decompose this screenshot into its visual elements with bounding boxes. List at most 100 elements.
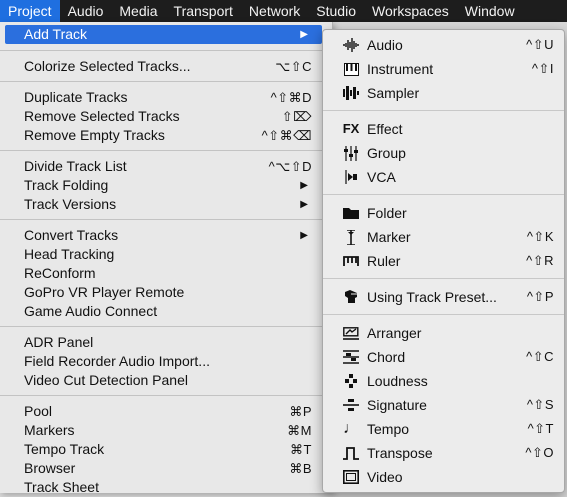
duplicate-tracks-item[interactable]: Duplicate Tracks ^⇧⌘D	[0, 88, 322, 107]
chord-shortcut: ^⇧C	[526, 349, 554, 364]
effect-label: Effect	[367, 121, 403, 137]
add-effect-track-item[interactable]: FX Effect	[323, 118, 564, 140]
colorize-label: Colorize Selected Tracks...	[24, 58, 191, 74]
ruler-icon	[343, 253, 359, 269]
video-label: Video	[367, 469, 403, 485]
duplicate-shortcut: ^⇧⌘D	[270, 90, 312, 105]
remove-selected-tracks-item[interactable]: Remove Selected Tracks ⇧⌦	[0, 107, 322, 126]
menu-media[interactable]: Media	[111, 0, 165, 22]
separator	[0, 50, 322, 51]
field-recorder-item[interactable]: Field Recorder Audio Import...	[0, 352, 322, 371]
separator	[323, 194, 564, 195]
add-folder-track-item[interactable]: Folder	[323, 202, 564, 224]
gopro-remote-item[interactable]: GoPro VR Player Remote	[0, 283, 322, 302]
divide-label: Divide Track List	[24, 158, 127, 174]
add-track-submenu: Audio ^⇧U Instrument ^⇧I Sampler FX Effe…	[322, 29, 565, 493]
group-faders-icon	[343, 145, 359, 161]
chord-label: Chord	[367, 349, 406, 365]
folder-label: Folder	[367, 205, 407, 221]
add-video-track-item[interactable]: Video	[323, 466, 564, 488]
signature-icon	[343, 397, 359, 413]
keyboard-icon	[343, 61, 359, 77]
adr-panel-item[interactable]: ADR Panel	[0, 333, 322, 352]
markers-label: Markers	[24, 422, 75, 438]
instrument-shortcut: ^⇧I	[531, 61, 554, 76]
pool-item[interactable]: Pool ⌘P	[0, 402, 322, 421]
divide-track-list-item[interactable]: Divide Track List ^⌥⇧D	[0, 157, 322, 176]
add-vca-track-item[interactable]: VCA	[323, 166, 564, 188]
convert-tracks-item[interactable]: Convert Tracks ▶	[0, 226, 322, 245]
menu-network[interactable]: Network	[241, 0, 308, 22]
add-ruler-track-item[interactable]: Ruler ^⇧R	[323, 250, 564, 272]
menu-studio[interactable]: Studio	[308, 0, 364, 22]
loudness-label: Loudness	[367, 373, 428, 389]
gopro-label: GoPro VR Player Remote	[24, 284, 185, 300]
reconform-item[interactable]: ReConform	[0, 264, 322, 283]
separator	[323, 110, 564, 111]
track-versions-label: Track Versions	[24, 196, 117, 212]
chord-icon	[343, 349, 359, 365]
instrument-label: Instrument	[367, 61, 434, 77]
preset-shortcut: ^⇧P	[526, 289, 554, 304]
fx-icon: FX	[342, 121, 360, 136]
audio-label: Audio	[367, 37, 403, 53]
folder-icon	[343, 205, 359, 221]
preset-label: Using Track Preset...	[367, 289, 497, 305]
loudness-icon	[343, 373, 359, 389]
menu-bar: Project Audio Media Transport Network St…	[0, 0, 567, 22]
submenu-arrow-icon: ▶	[300, 180, 308, 191]
submenu-arrow-icon: ▶	[300, 29, 308, 40]
menu-audio[interactable]: Audio	[60, 0, 112, 22]
ruler-label: Ruler	[367, 253, 401, 269]
colorize-shortcut: ⌥⇧C	[275, 59, 312, 74]
using-track-preset-item[interactable]: Using Track Preset... ^⇧P	[323, 286, 564, 308]
remove-selected-label: Remove Selected Tracks	[24, 108, 180, 124]
separator	[323, 314, 564, 315]
add-group-track-item[interactable]: Group	[323, 142, 564, 164]
add-arranger-track-item[interactable]: Arranger	[323, 322, 564, 344]
add-loudness-track-item[interactable]: Loudness	[323, 370, 564, 392]
browser-item[interactable]: Browser ⌘B	[0, 459, 322, 478]
tempo-shortcut: ^⇧T	[527, 421, 554, 436]
add-signature-track-item[interactable]: Signature ^⇧S	[323, 394, 564, 416]
tempo-track-item[interactable]: Tempo Track ⌘T	[0, 440, 322, 459]
colorize-tracks-item[interactable]: Colorize Selected Tracks... ⌥⇧C	[0, 57, 322, 76]
video-cut-detection-item[interactable]: Video Cut Detection Panel	[0, 371, 322, 390]
track-folding-item[interactable]: Track Folding ▶	[0, 176, 322, 195]
field-recorder-label: Field Recorder Audio Import...	[24, 353, 210, 369]
menu-workspaces[interactable]: Workspaces	[364, 0, 457, 22]
add-audio-track-item[interactable]: Audio ^⇧U	[323, 34, 564, 56]
tempo-track-shortcut: ⌘T	[290, 442, 312, 457]
add-chord-track-item[interactable]: Chord ^⇧C	[323, 346, 564, 368]
marker-icon	[343, 229, 359, 245]
add-transpose-track-item[interactable]: Transpose ^⇧O	[323, 442, 564, 464]
add-tempo-track-item[interactable]: ♩ Tempo ^⇧T	[323, 418, 564, 440]
markers-item[interactable]: Markers ⌘M	[0, 421, 322, 440]
pool-label: Pool	[24, 403, 53, 419]
vca-label: VCA	[367, 169, 396, 185]
head-tracking-item[interactable]: Head Tracking	[0, 245, 322, 264]
transpose-label: Transpose	[367, 445, 433, 461]
track-sheet-item[interactable]: Track Sheet	[0, 478, 322, 497]
menu-project[interactable]: Project	[0, 0, 60, 22]
sampler-icon	[343, 85, 359, 101]
head-tracking-label: Head Tracking	[24, 246, 115, 262]
track-versions-item[interactable]: Track Versions ▶	[0, 195, 322, 214]
video-frame-icon	[343, 469, 359, 485]
add-instrument-track-item[interactable]: Instrument ^⇧I	[323, 58, 564, 80]
track-folding-label: Track Folding	[24, 177, 109, 193]
menu-transport[interactable]: Transport	[166, 0, 241, 22]
marker-label: Marker	[367, 229, 411, 245]
preset-icon	[343, 289, 359, 305]
group-label: Group	[367, 145, 406, 161]
browser-label: Browser	[24, 460, 76, 476]
add-track-item[interactable]: Add Track ▶	[5, 25, 322, 44]
remove-empty-tracks-item[interactable]: Remove Empty Tracks ^⇧⌘⌫	[0, 126, 322, 145]
add-marker-track-item[interactable]: Marker ^⇧K	[323, 226, 564, 248]
video-cut-label: Video Cut Detection Panel	[24, 372, 188, 388]
divide-shortcut: ^⌥⇧D	[268, 159, 312, 174]
add-sampler-track-item[interactable]: Sampler	[323, 82, 564, 104]
transpose-icon	[343, 445, 359, 461]
game-audio-connect-item[interactable]: Game Audio Connect	[0, 302, 322, 321]
menu-window[interactable]: Window	[457, 0, 523, 22]
